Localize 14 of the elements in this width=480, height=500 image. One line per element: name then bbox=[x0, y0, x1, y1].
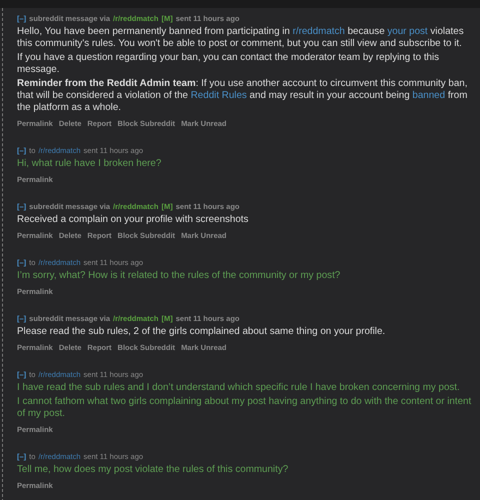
inline-link[interactable]: your post bbox=[387, 26, 428, 37]
inline-link[interactable]: Reddit Rules bbox=[190, 90, 247, 101]
message-text: Received a complain on your profile with screenshots bbox=[17, 214, 250, 226]
message-text: Reminder from the Reddit Admin team: If you use another account to circumvent this community ban, that will be considered a violation of the Reddit Rules and may result in your account being banned from the platform as a whole. bbox=[17, 78, 468, 114]
message-text: Please read the sub rules, 2 of the girls complained about same thing on your profile. bbox=[17, 326, 386, 338]
message-text: Tell me, how does my post violate the rules of this community? bbox=[17, 464, 290, 476]
message-text: Hi, what rule have I broken here? bbox=[17, 158, 162, 170]
message-text: I have read the sub rules and I don’t understand which specific rule I have broken concerning my post. bbox=[17, 382, 461, 394]
inline-link[interactable]: banned bbox=[412, 90, 446, 101]
message-text: I cannot fathom what two girls complaining about my post having anything to do with the content or intent of my post. bbox=[17, 396, 472, 420]
message-text: Hello, You have been permanently banned from participating in r/reddmatch because your post violates this community's rules. You won't be able to post or comment, but you can still view and subscribe to it. bbox=[17, 26, 465, 50]
message-text: I’m sorry, what? How is it related to the rules of the community or my post? bbox=[17, 270, 342, 282]
inline-link[interactable]: r/reddmatch bbox=[292, 26, 345, 37]
message-text: If you have a question regarding your ban, you can contact the moderator team by replying to this message. bbox=[17, 52, 440, 76]
